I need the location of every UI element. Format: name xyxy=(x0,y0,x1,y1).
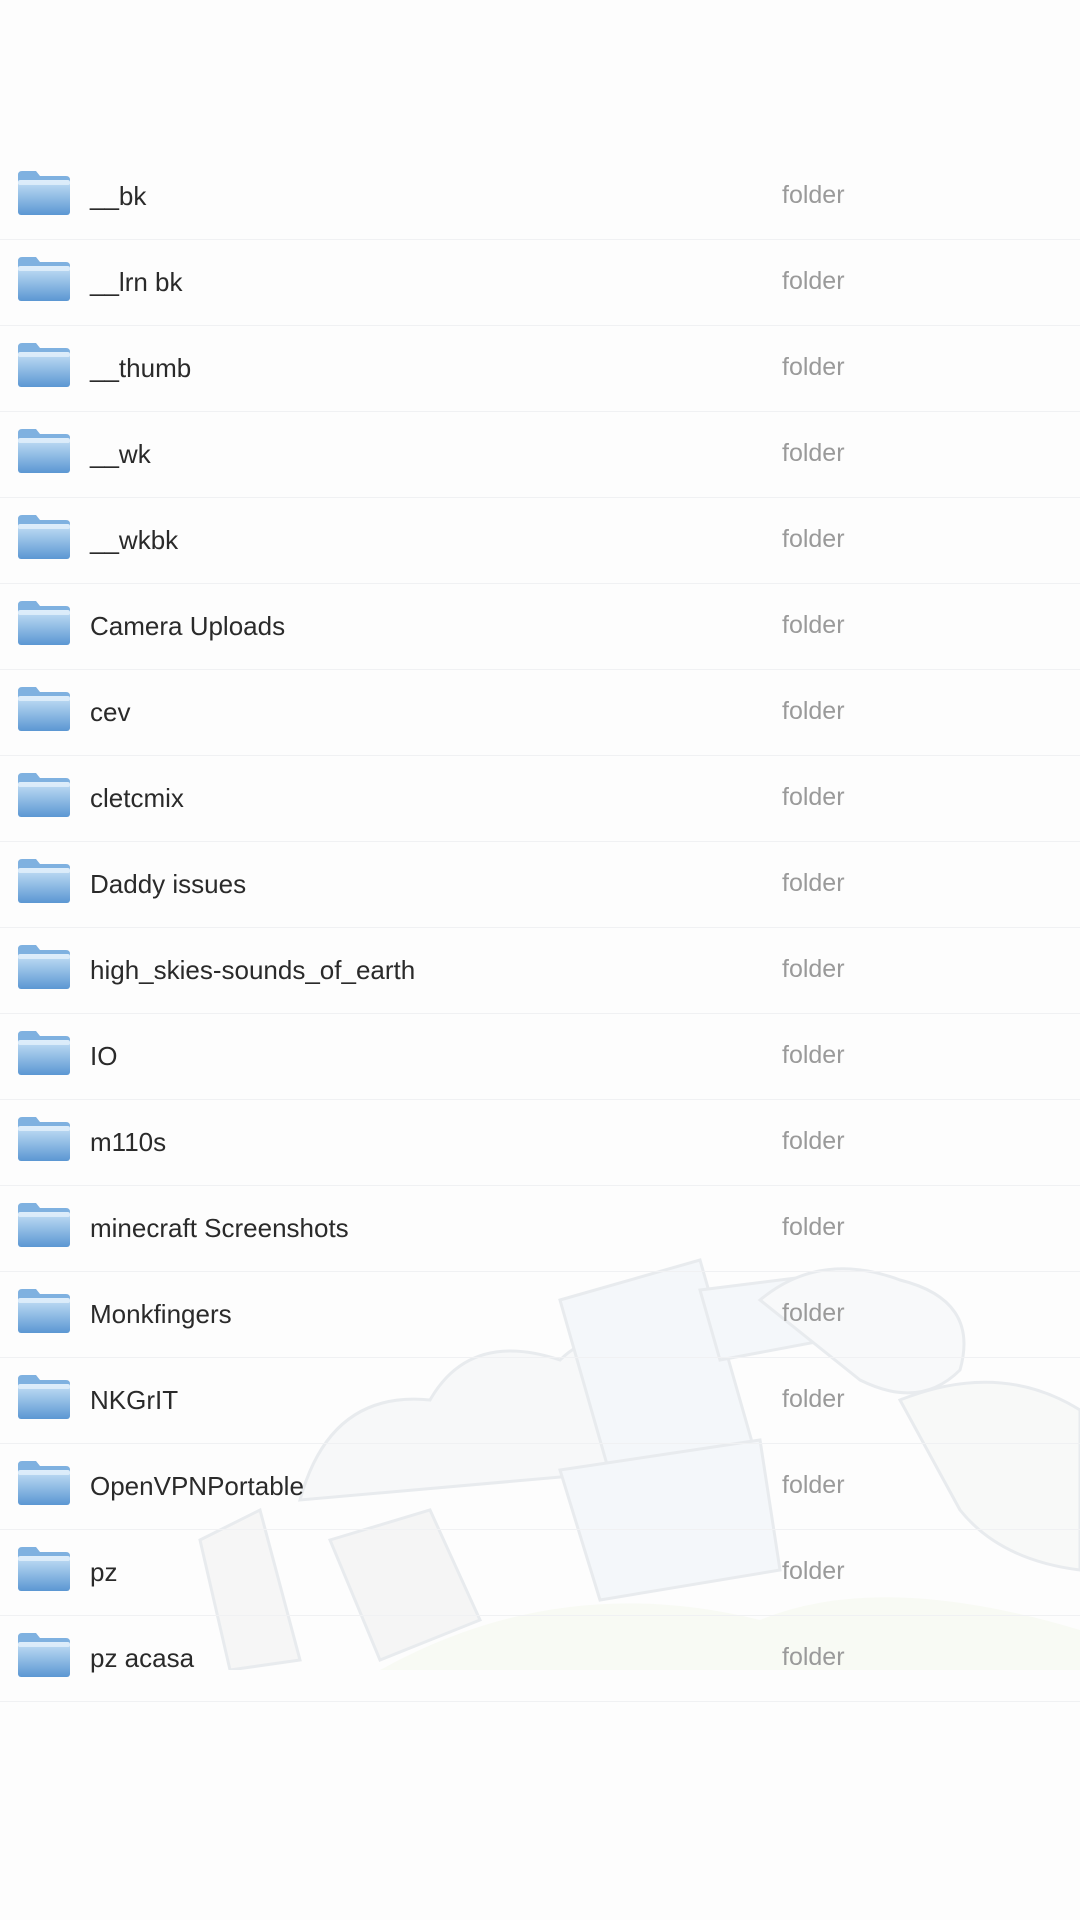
list-item[interactable]: minecraft Screenshots folder xyxy=(0,1186,1080,1272)
list-item[interactable]: pz acasa folder xyxy=(0,1616,1080,1702)
file-name: __wkbk xyxy=(90,525,179,555)
file-kind: folder xyxy=(782,955,845,983)
file-kind: folder xyxy=(782,1299,845,1327)
list-item[interactable]: Monkfingers folder xyxy=(0,1272,1080,1358)
folder-icon xyxy=(18,1375,70,1419)
file-kind: folder xyxy=(782,1557,845,1585)
folder-icon xyxy=(18,429,70,473)
list-item[interactable]: cev folder xyxy=(0,670,1080,756)
file-kind: folder xyxy=(782,783,845,811)
file-kind: folder xyxy=(782,1385,845,1413)
file-name: minecraft Screenshots xyxy=(90,1213,349,1243)
file-name: NKGrIT xyxy=(90,1385,179,1415)
list-item[interactable]: __lrn bk folder xyxy=(0,240,1080,326)
file-kind: folder xyxy=(782,1041,845,1069)
folder-icon xyxy=(18,945,70,989)
folder-icon xyxy=(18,1461,70,1505)
list-item[interactable]: Daddy issues folder xyxy=(0,842,1080,928)
folder-icon xyxy=(18,601,70,645)
list-item[interactable]: __wkbk folder xyxy=(0,498,1080,584)
list-item[interactable]: NKGrIT folder xyxy=(0,1358,1080,1444)
file-name: OpenVPNPortable xyxy=(90,1471,304,1501)
file-name: __bk xyxy=(90,181,147,211)
list-item[interactable]: OpenVPNPortable folder xyxy=(0,1444,1080,1530)
file-kind: folder xyxy=(782,869,845,897)
file-name: high_skies-sounds_of_earth xyxy=(90,955,416,985)
list-item[interactable]: __wk folder xyxy=(0,412,1080,498)
file-name: cev xyxy=(90,697,131,727)
file-browser-screen: __bk folder __lrn bk folder __thumb fold… xyxy=(0,0,1080,1920)
folder-icon xyxy=(18,343,70,387)
folder-icon xyxy=(18,1203,70,1247)
file-name: m110s xyxy=(90,1127,167,1157)
list-item[interactable]: cletcmix folder xyxy=(0,756,1080,842)
list-item[interactable]: high_skies-sounds_of_earth folder xyxy=(0,928,1080,1014)
folder-icon xyxy=(18,171,70,215)
file-kind: folder xyxy=(782,697,845,725)
file-name: __thumb xyxy=(90,353,192,383)
list-item[interactable]: __thumb folder xyxy=(0,326,1080,412)
file-name: IO xyxy=(90,1041,118,1071)
file-kind: folder xyxy=(782,181,845,209)
file-kind: folder xyxy=(782,439,845,467)
file-kind: folder xyxy=(782,1471,845,1499)
folder-icon xyxy=(18,859,70,903)
folder-icon xyxy=(18,687,70,731)
file-kind: folder xyxy=(782,525,845,553)
folder-icon xyxy=(18,1289,70,1333)
file-name: pz xyxy=(90,1557,118,1587)
file-kind: folder xyxy=(782,611,845,639)
file-name: pz acasa xyxy=(90,1643,195,1673)
list-item[interactable]: m110s folder xyxy=(0,1100,1080,1186)
list-item[interactable]: IO folder xyxy=(0,1014,1080,1100)
file-kind: folder xyxy=(782,267,845,295)
file-kind: folder xyxy=(782,353,845,381)
file-name: Monkfingers xyxy=(90,1299,232,1329)
folder-icon xyxy=(18,1031,70,1075)
folder-icon xyxy=(18,1633,70,1677)
folder-icon xyxy=(18,773,70,817)
folder-icon xyxy=(18,515,70,559)
list-item[interactable]: pz folder xyxy=(0,1530,1080,1616)
file-kind: folder xyxy=(782,1127,845,1155)
list-item[interactable]: __bk folder xyxy=(0,154,1080,240)
file-kind: folder xyxy=(782,1213,845,1241)
file-name: cletcmix xyxy=(90,783,184,813)
file-kind: folder xyxy=(782,1643,845,1671)
file-name: __wk xyxy=(90,439,151,469)
folder-icon xyxy=(18,257,70,301)
folder-icon xyxy=(18,1117,70,1161)
file-name: __lrn bk xyxy=(90,267,183,297)
list-item[interactable]: Camera Uploads folder xyxy=(0,584,1080,670)
file-name: Camera Uploads xyxy=(90,611,286,641)
file-list: __bk folder __lrn bk folder __thumb fold… xyxy=(0,154,1080,1702)
file-name: Daddy issues xyxy=(90,869,247,899)
folder-icon xyxy=(18,1547,70,1591)
